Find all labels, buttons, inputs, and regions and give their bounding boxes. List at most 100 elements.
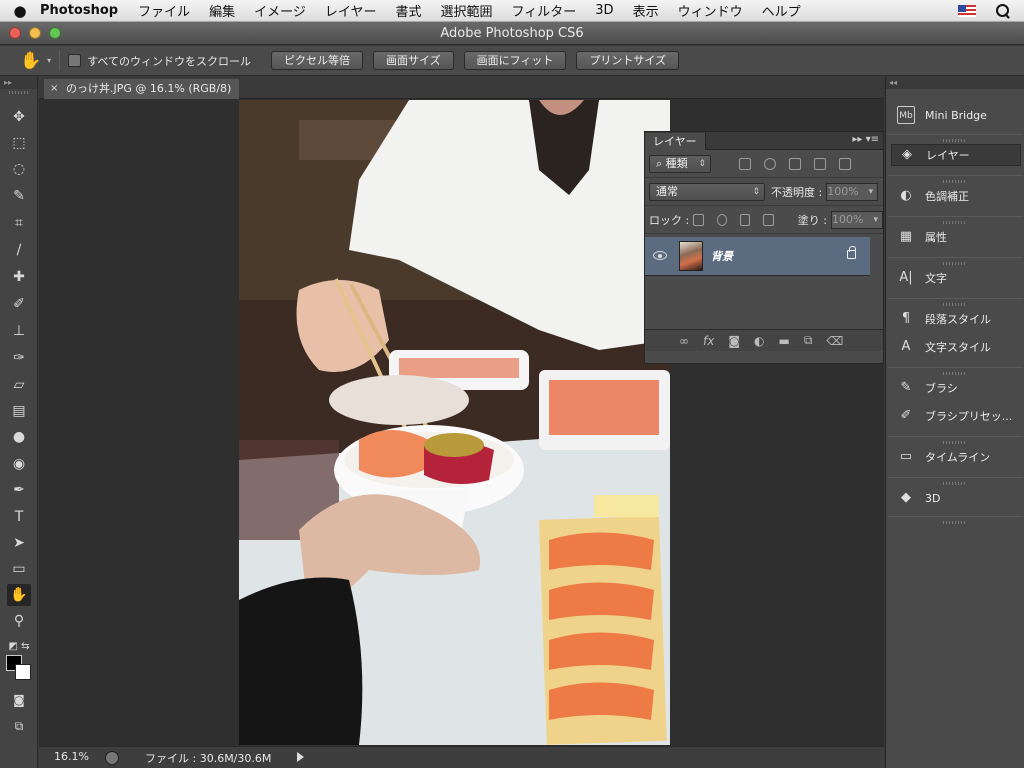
new-layer-icon[interactable]: ⧉ [804, 333, 813, 348]
blend-mode-select[interactable]: 通常 [649, 182, 765, 201]
close-document-icon[interactable]: × [50, 79, 58, 99]
menu-help[interactable]: ヘルプ [762, 1, 801, 20]
dock-item-3d[interactable]: ◆ 3D [891, 487, 1021, 509]
layer-name[interactable]: 背景 [711, 248, 733, 264]
menu-image[interactable]: イメージ [254, 1, 306, 20]
dock-item-paragraph-styles[interactable]: ¶ 段落スタイル [891, 308, 1021, 330]
new-group-icon[interactable]: ▬ [778, 334, 789, 348]
filter-shape-icon[interactable] [814, 157, 826, 170]
dock-item-layers[interactable]: ◈ レイヤー [891, 144, 1021, 166]
dock-item-brush-panel[interactable]: ✎ ブラシ [891, 377, 1021, 399]
history-brush-icon[interactable]: ✑ [7, 347, 31, 369]
add-mask-icon[interactable]: ◙ [728, 334, 740, 348]
dock-collapse-icon[interactable]: ◂◂ [886, 77, 1024, 89]
dock-group-grip[interactable] [943, 221, 967, 224]
tool-preset-caret-icon[interactable]: ▾ [47, 56, 51, 65]
fill-field[interactable]: 100% [830, 210, 883, 229]
document-profile-icon[interactable] [105, 751, 119, 765]
filter-adjustment-icon[interactable] [764, 157, 776, 170]
dock-group-grip[interactable] [943, 482, 967, 485]
dock-group-grip[interactable] [943, 180, 967, 183]
quick-select-icon[interactable]: ✎ [7, 185, 31, 207]
apple-icon[interactable]: ● [0, 2, 40, 20]
menu-3d[interactable]: 3D [595, 3, 613, 18]
menu-edit[interactable]: 編集 [209, 1, 235, 20]
blur-icon[interactable]: ● [7, 426, 31, 448]
dock-group-grip[interactable] [943, 262, 967, 265]
path-select-icon[interactable]: ➤ [7, 532, 31, 554]
gradient-icon[interactable]: ▤ [7, 400, 31, 422]
menu-view[interactable]: 表示 [633, 1, 659, 20]
pen-icon[interactable]: ✒ [7, 479, 31, 501]
menu-file[interactable]: ファイル [138, 1, 190, 20]
document-tab[interactable]: × のっけ丼.JPG @ 16.1% (RGB/8) [44, 79, 240, 99]
close-window-button[interactable] [9, 27, 21, 39]
lock-transparent-icon[interactable] [693, 213, 704, 226]
link-layers-icon[interactable]: ∞ [679, 334, 689, 348]
dock-group-grip[interactable] [943, 441, 967, 444]
menu-type[interactable]: 書式 [396, 1, 422, 20]
menu-filter[interactable]: フィルター [512, 1, 577, 20]
zoom-window-button[interactable] [49, 27, 61, 39]
menu-select[interactable]: 選択範囲 [441, 1, 493, 20]
dock-item-character-styles[interactable]: A 文字スタイル [891, 336, 1021, 358]
zoom-level[interactable]: 16.1% [54, 750, 89, 763]
eyedropper-icon[interactable]: ∕ [7, 239, 31, 261]
filter-smart-object-icon[interactable] [839, 157, 851, 170]
dock-group-grip[interactable] [943, 521, 967, 524]
tools-panel-collapse-icon[interactable]: ▸▸ [0, 77, 37, 89]
print-size-button[interactable]: プリントサイズ [576, 51, 680, 70]
quick-mask-icon[interactable]: ◙ [7, 689, 31, 711]
filter-type-icon[interactable] [789, 157, 801, 170]
layer-style-fx-icon[interactable]: fx [703, 334, 714, 348]
type-icon[interactable]: T [7, 506, 31, 528]
eraser-icon[interactable]: ▱ [7, 374, 31, 396]
fill-screen-button[interactable]: 画面にフィット [463, 51, 567, 70]
screen-mode-icon[interactable]: ⧉ [7, 715, 31, 737]
dock-item-timeline[interactable]: ▭ タイムライン [891, 446, 1021, 468]
healing-brush-icon[interactable]: ✚ [7, 266, 31, 288]
status-menu-arrow-icon[interactable] [297, 752, 304, 762]
dock-item-properties[interactable]: ▦ 属性 [891, 226, 1021, 248]
dock-group-grip[interactable] [943, 139, 967, 142]
lock-image-icon[interactable] [716, 213, 727, 226]
visibility-eye-icon[interactable] [653, 251, 667, 260]
actual-pixels-button[interactable]: ピクセル等倍 [270, 51, 363, 70]
lock-position-icon[interactable] [739, 213, 751, 226]
marquee-icon[interactable]: ⬚ [7, 132, 31, 154]
spotlight-search-icon[interactable] [996, 4, 1010, 18]
stamp-icon[interactable]: ⊥ [7, 320, 31, 342]
lock-all-icon[interactable] [763, 213, 774, 226]
brush-icon[interactable]: ✐ [7, 293, 31, 315]
scroll-all-windows-checkbox[interactable] [68, 54, 82, 67]
hand-icon[interactable]: ✋ [7, 584, 31, 606]
tools-panel-grip[interactable] [8, 91, 29, 94]
move-icon[interactable]: ✥ [7, 106, 31, 128]
menu-layer[interactable]: レイヤー [325, 1, 377, 20]
lasso-icon[interactable]: ◌ [7, 158, 31, 180]
dock-group-grip[interactable] [943, 372, 967, 375]
panel-menu-icon[interactable]: ▸▸ ▾≡ [852, 134, 879, 145]
opacity-field[interactable]: 100% [826, 182, 879, 201]
background-color-swatch[interactable] [15, 664, 31, 680]
shape-icon[interactable]: ▭ [7, 558, 31, 580]
dock-item-mini-bridge[interactable]: Mb Mini Bridge [891, 104, 1021, 126]
dock-item-brush-presets[interactable]: ✐ ブラシプリセッ... [891, 405, 1021, 427]
hand-tool-preset-icon[interactable]: ✋ [20, 51, 41, 71]
app-menu[interactable]: Photoshop [40, 3, 118, 18]
dock-group-grip[interactable] [943, 303, 967, 306]
dock-item-adjustments[interactable]: ◐ 色調補正 [891, 185, 1021, 207]
tab-layers[interactable]: レイヤー [645, 133, 706, 150]
crop-icon[interactable]: ⌗ [7, 212, 31, 234]
dodge-icon[interactable]: ◉ [7, 453, 31, 475]
zoom-icon[interactable]: ⚲ [7, 610, 31, 632]
dock-item-character[interactable]: A| 文字 [891, 267, 1021, 289]
document-image[interactable] [239, 100, 670, 745]
minimize-window-button[interactable] [29, 27, 41, 39]
fit-screen-button[interactable]: 画面サイズ [372, 51, 454, 70]
menu-window[interactable]: ウィンドウ [678, 1, 743, 20]
input-source-flag-icon[interactable] [958, 5, 976, 17]
new-adjustment-layer-icon[interactable]: ◐ [754, 334, 764, 348]
layer-row-background[interactable]: 背景 [645, 237, 870, 276]
filter-pixel-icon[interactable] [739, 157, 751, 170]
